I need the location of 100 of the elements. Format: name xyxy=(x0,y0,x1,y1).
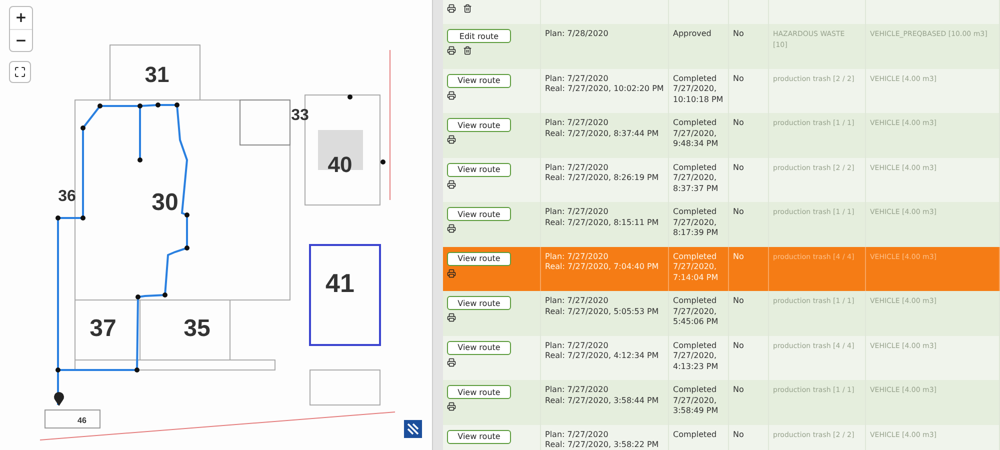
zoom-in-button[interactable]: + xyxy=(10,7,32,29)
route-point xyxy=(56,368,60,372)
route-point xyxy=(134,368,140,372)
status-text: 7/27/2020, xyxy=(673,351,718,362)
view-route-button[interactable]: View route xyxy=(447,430,511,444)
status-text: 7/27/2020, xyxy=(673,396,718,406)
status-text: 8:37:37 PM xyxy=(673,184,720,194)
plan-date: Plan: 7/27/2020 xyxy=(545,118,610,128)
printer-icon[interactable] xyxy=(447,358,456,366)
flag-text: No xyxy=(733,118,744,127)
route-point xyxy=(56,216,60,220)
status-text: Approved xyxy=(673,29,712,40)
real-date: Real: 7/27/2020, 8:37:44 PM xyxy=(545,128,660,139)
status-text: 7/27/2020, xyxy=(673,218,718,228)
building-number: 31 xyxy=(144,62,170,87)
plan-date: Plan: 7/27/2020 xyxy=(545,162,610,173)
printer-icon[interactable] xyxy=(447,180,456,188)
status-text: 7/27/2020, xyxy=(673,262,718,272)
status-text: 8:17:39 PM xyxy=(673,228,720,238)
real-date: Real: 7/27/2020, 5:05:53 PM xyxy=(545,306,660,317)
real-date: Real: 7/27/2020, 4:12:34 PM xyxy=(545,351,660,362)
logo-icon xyxy=(404,420,422,438)
plan-date: Plan: 7/27/2020 xyxy=(545,252,610,262)
real-date: Real: 7/27/2020, 10:02:20 PM xyxy=(545,84,664,94)
flag-text: No xyxy=(733,74,744,82)
printer-icon[interactable] xyxy=(447,268,456,278)
route-point xyxy=(98,104,102,108)
building-number: 46 xyxy=(78,416,86,425)
real-date: Real: 7/27/2020, 3:58:22 PM xyxy=(545,440,660,450)
view-route-button[interactable]: View route xyxy=(447,296,511,310)
printer-icon[interactable] xyxy=(447,135,456,144)
printer-icon[interactable] xyxy=(447,402,456,411)
building-number: 35 xyxy=(184,315,210,342)
status-text: Completed xyxy=(673,296,718,306)
plan-date: Plan: 7/27/2020 xyxy=(545,385,610,396)
plan-date: Plan: 7/27/2020 xyxy=(545,74,610,84)
view-route-button[interactable]: View route xyxy=(447,385,511,399)
flag-text: No xyxy=(733,252,744,260)
real-date: Real: 7/27/2020, 8:15:11 PM xyxy=(545,218,660,228)
route-point xyxy=(138,104,142,108)
building-number: 36 xyxy=(58,188,76,205)
fullscreen-icon xyxy=(14,66,26,78)
edit-route-button[interactable]: Edit route xyxy=(447,29,511,43)
printer-icon[interactable] xyxy=(447,46,456,55)
status-text: 7/27/2020, xyxy=(673,173,718,184)
real-date: Real: 7/27/2020, 7:04:40 PM xyxy=(545,262,660,272)
flag-text: No xyxy=(733,296,744,305)
zoom-out-button[interactable]: − xyxy=(10,29,32,51)
flag-text: No xyxy=(733,385,744,394)
flag-text: No xyxy=(733,29,744,38)
plan-date: Plan: 7/28/2020 xyxy=(545,29,610,40)
view-route-button[interactable]: View route xyxy=(447,207,511,221)
trash-icon[interactable] xyxy=(463,46,472,55)
status-text: Completed xyxy=(673,385,718,396)
status-text: Completed xyxy=(673,340,718,351)
view-route-button[interactable]: View route xyxy=(447,252,511,266)
building-number: 37 xyxy=(90,315,116,342)
printer-icon[interactable] xyxy=(447,4,456,13)
building-number: 41 xyxy=(326,268,354,298)
status-text: 9:48:34 PM xyxy=(673,139,720,150)
route-point xyxy=(138,158,142,162)
route-point xyxy=(156,102,160,108)
view-route-button[interactable]: View route xyxy=(447,74,511,88)
printer-icon[interactable] xyxy=(447,90,456,100)
plan-date: Plan: 7/27/2020 xyxy=(545,296,610,306)
plan-date: Plan: 7/27/2020 xyxy=(545,207,610,218)
building-number: 30 xyxy=(152,189,178,216)
printer-icon[interactable] xyxy=(447,224,456,233)
status-text: Completed xyxy=(673,207,718,218)
status-text: 7/27/2020, xyxy=(673,306,718,317)
real-date: Real: 7/27/2020, 3:58:44 PM xyxy=(545,396,660,406)
printer-icon[interactable] xyxy=(447,313,456,322)
status-text: Completed xyxy=(673,74,718,84)
status-text: Completed xyxy=(673,252,718,262)
real-date: Real: 7/27/2020, 8:26:19 PM xyxy=(545,173,660,184)
status-text: 7:14:04 PM xyxy=(673,272,720,283)
building-number: 40 xyxy=(328,152,352,177)
status-text: 4:13:23 PM xyxy=(673,362,720,372)
view-route-button[interactable]: View route xyxy=(447,162,511,176)
route-point xyxy=(184,246,190,250)
status-text: 3:58:49 PM xyxy=(673,406,720,416)
status-text: Completed xyxy=(673,118,718,128)
plan-date: Plan: 7/27/2020 xyxy=(545,340,610,351)
fullscreen-button[interactable] xyxy=(9,61,31,83)
route-point xyxy=(348,94,352,100)
route-point xyxy=(80,126,86,130)
plan-date: Plan: 7/27/2020 xyxy=(545,430,610,440)
route-point xyxy=(162,292,168,298)
location-pin-icon xyxy=(54,392,64,406)
status-text: 5:45:06 PM xyxy=(673,317,720,328)
status-text: 7/27/2020, xyxy=(673,128,718,139)
view-route-button[interactable]: View route xyxy=(447,118,511,132)
route-point xyxy=(80,216,86,220)
flag-text: No xyxy=(733,207,744,216)
route-point xyxy=(136,294,140,300)
building-number: 33 xyxy=(291,107,309,124)
view-route-button[interactable]: View route xyxy=(447,340,511,354)
flag-text: No xyxy=(733,430,744,438)
flag-text: No xyxy=(733,162,744,172)
trash-icon[interactable] xyxy=(463,4,472,13)
